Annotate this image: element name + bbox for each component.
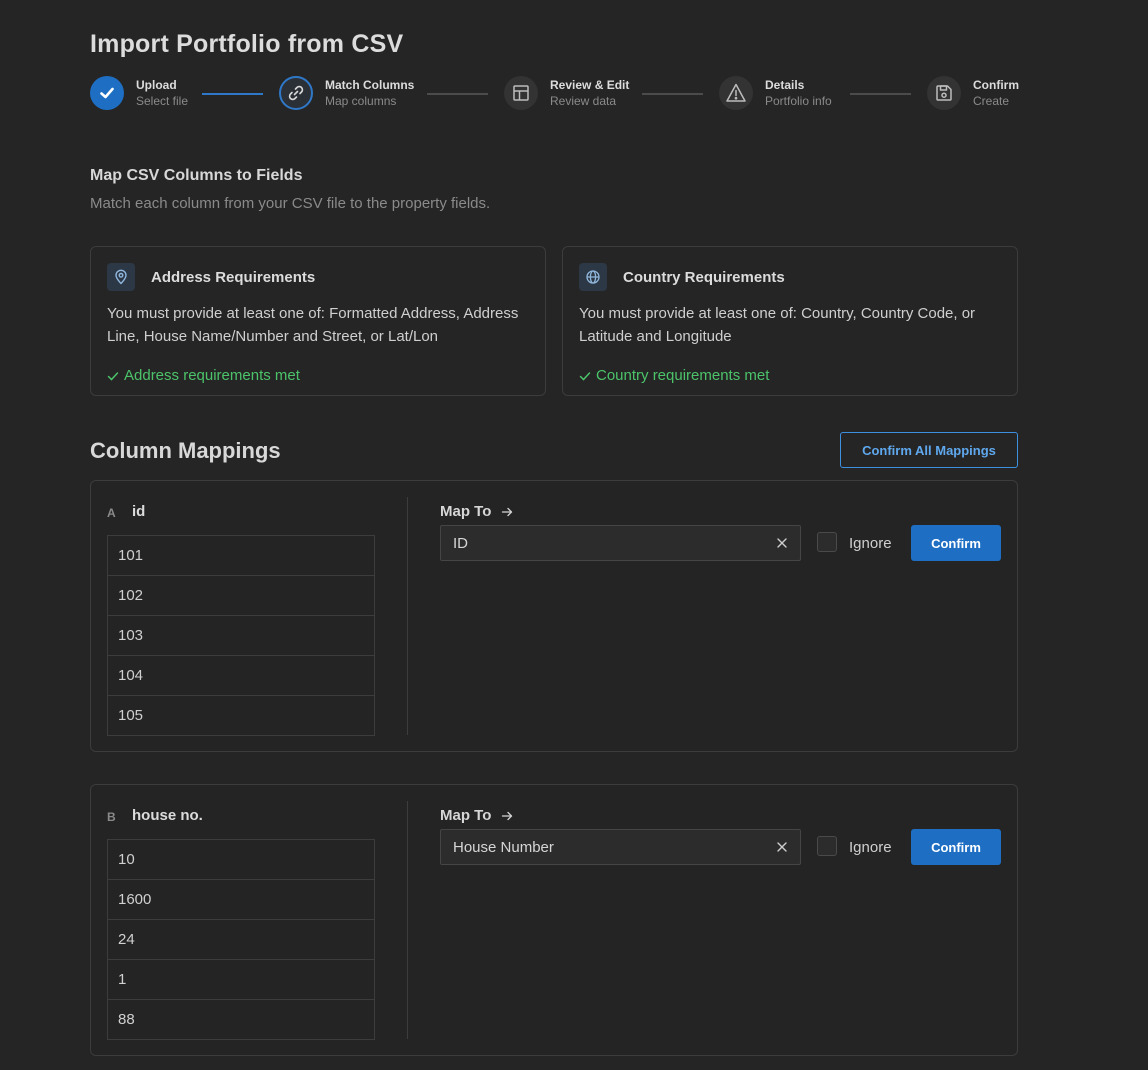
address-requirements-card: Address Requirements You must provide at… [90, 246, 546, 396]
field-select-value: ID [453, 534, 468, 552]
confirm-all-mappings-button[interactable]: Confirm All Mappings [840, 432, 1018, 468]
field-select[interactable]: ID [440, 525, 801, 561]
requirement-status-text: Address requirements met [124, 367, 300, 384]
step-connector [850, 93, 911, 95]
step-connector [642, 93, 703, 95]
map-to-text: Map To [440, 807, 492, 824]
section-title: Map CSV Columns to Fields [90, 167, 303, 184]
arrow-right-icon [502, 811, 513, 820]
sample-values-table: 101 102 103 104 105 [107, 535, 375, 736]
requirement-status: Country requirements met [579, 367, 769, 384]
step-label: Match Columns [325, 78, 415, 92]
step-confirm[interactable]: Confirm Create [927, 76, 1019, 112]
globe-icon [579, 263, 607, 291]
confirm-button[interactable]: Confirm [911, 829, 1001, 865]
step-connector [202, 93, 263, 95]
step-match-columns[interactable]: Match Columns Map columns [279, 76, 414, 112]
sample-value: 88 [118, 1011, 135, 1028]
check-icon [90, 76, 124, 110]
field-select[interactable]: House Number [440, 829, 801, 865]
sample-value: 102 [108, 576, 374, 616]
warning-icon [719, 76, 753, 110]
sample-value: 104 [108, 656, 374, 696]
divider [407, 801, 408, 1039]
stepper: Upload Select file Match Columns Map col… [90, 76, 1020, 116]
column-letter: A [107, 506, 116, 520]
save-icon [927, 76, 961, 110]
step-label: Details [765, 78, 805, 92]
map-to-label: Map To [440, 503, 513, 520]
page-title: Import Portfolio from CSV [90, 30, 404, 58]
step-sublabel: Create [973, 94, 1010, 108]
column-name: house no. [132, 807, 203, 824]
map-to-text: Map To [440, 503, 492, 520]
sample-value: 10 [108, 840, 374, 880]
sample-values-table: 10 1600 24 1 88 [107, 839, 375, 1040]
import-page: Import Portfolio from CSV Upload Select … [0, 0, 1148, 1070]
location-pin-icon [107, 263, 135, 291]
table-icon [504, 76, 538, 110]
ignore-label[interactable]: Ignore [849, 839, 892, 856]
link-icon [279, 76, 313, 110]
country-requirements-card: Country Requirements You must provide at… [562, 246, 1018, 396]
requirement-status-text: Country requirements met [596, 367, 770, 384]
step-upload[interactable]: Upload Select file [90, 76, 188, 112]
step-sublabel: Portfolio info [765, 94, 832, 108]
confirm-button[interactable]: Confirm [911, 525, 1001, 561]
field-select-value: House Number [453, 838, 554, 856]
clear-icon[interactable] [776, 841, 788, 853]
clear-icon[interactable] [776, 537, 788, 549]
section-subtitle: Match each column from your CSV file to … [90, 195, 491, 212]
requirement-description: You must provide at least one of: Format… [107, 305, 519, 345]
divider [407, 497, 408, 735]
step-details[interactable]: Details Portfolio info [719, 76, 832, 112]
column-letter: B [107, 810, 116, 824]
ignore-label[interactable]: Ignore [849, 535, 892, 552]
step-label: Confirm [973, 78, 1019, 92]
column-name: id [132, 503, 146, 520]
map-to-label: Map To [440, 807, 513, 824]
column-mapping-card: B house no. 10 1600 24 1 88 Map To House… [90, 784, 1018, 1056]
step-sublabel: Review data [550, 94, 617, 108]
sample-value: 1600 [108, 880, 374, 920]
step-label: Review & Edit [550, 78, 630, 92]
requirement-title: Country Requirements [623, 269, 785, 286]
step-connector [427, 93, 488, 95]
ignore-checkbox[interactable] [817, 532, 837, 552]
arrow-right-icon [502, 507, 513, 516]
step-review-edit[interactable]: Review & Edit Review data [504, 76, 629, 112]
sample-value: 105 [118, 707, 144, 724]
step-sublabel: Select file [136, 94, 189, 108]
sample-value: 24 [108, 920, 374, 960]
step-label: Upload [136, 78, 177, 92]
sample-value: 101 [108, 536, 374, 576]
step-sublabel: Map columns [325, 94, 397, 108]
checkmark-icon [107, 371, 119, 381]
column-mappings-title: Column Mappings [90, 438, 281, 463]
ignore-checkbox[interactable] [817, 836, 837, 856]
column-mapping-card: A id 101 102 103 104 105 Map To ID Ignor… [90, 480, 1018, 752]
requirement-description: You must provide at least one of: Countr… [579, 305, 976, 345]
sample-value: 1 [108, 960, 374, 1000]
checkmark-icon [579, 371, 591, 381]
requirement-title: Address Requirements [151, 269, 316, 286]
requirement-status: Address requirements met [107, 367, 300, 384]
sample-value: 103 [108, 616, 374, 656]
